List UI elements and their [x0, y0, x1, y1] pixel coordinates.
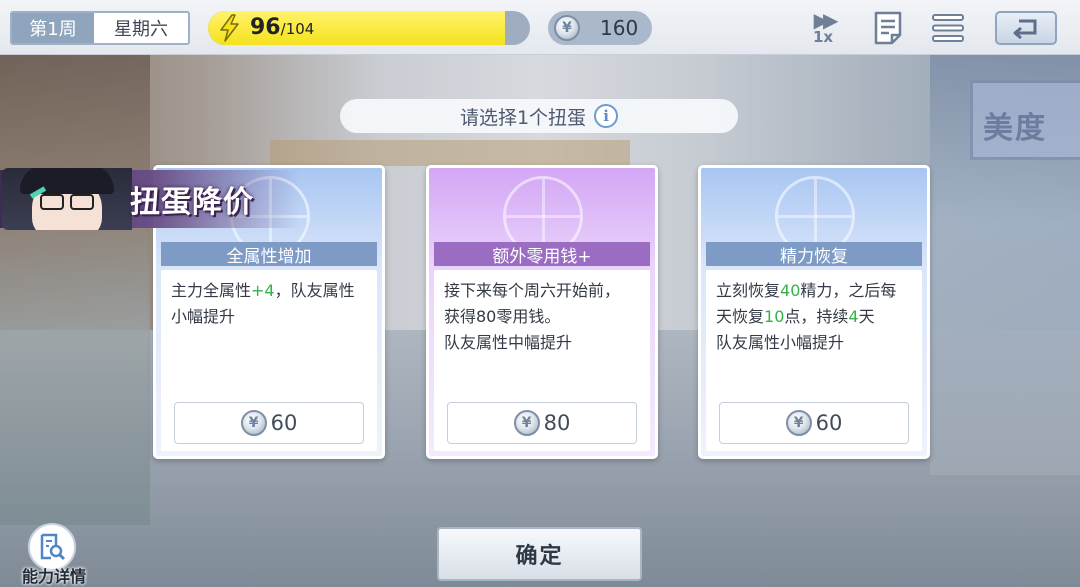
- coin-icon: ¥: [785, 410, 812, 436]
- description-text: ，队友属性: [274, 281, 355, 300]
- menu-icon: [932, 14, 964, 42]
- price-button[interactable]: ¥ 60: [719, 402, 909, 444]
- description-line: 队友属性小幅提升: [716, 330, 912, 356]
- description-line: 小幅提升: [171, 304, 367, 330]
- speed-label: 1x: [812, 28, 834, 46]
- info-icon[interactable]: i: [594, 104, 619, 128]
- description-text: 天恢复: [716, 307, 765, 326]
- top-hud: 第1周 星期六 96/104 ¥ 160 ▶▶ 1x: [0, 0, 1080, 55]
- energy-current: 96: [250, 15, 281, 40]
- week-label: 第1周: [12, 13, 94, 43]
- description-text: 精力，之后每: [800, 281, 897, 300]
- description-line: 获得80零用钱。: [444, 304, 640, 330]
- coin-icon: ¥: [554, 15, 580, 41]
- price-button[interactable]: ¥ 80: [447, 402, 637, 444]
- prompt-text: 请选择1个扭蛋: [459, 106, 587, 129]
- gacha-card-energy-recovery[interactable]: 精力恢复 立刻恢复40精力，之后每 天恢复10点，持续4天 队友属性小幅提升 ¥ 6…: [698, 165, 930, 459]
- highlight-value: +4: [251, 281, 275, 300]
- day-label: 星期六: [114, 19, 168, 40]
- price-button[interactable]: ¥ 60: [174, 402, 364, 444]
- gacha-card-extra-allowance[interactable]: 额外零用钱+ 接下来每个周六开始前， 获得80零用钱。 队友属性中幅提升 ¥ 80: [426, 165, 658, 459]
- card-title: 精力恢复: [706, 242, 922, 267]
- confirm-button[interactable]: 确定: [437, 527, 642, 581]
- avatar-hair: [20, 168, 114, 194]
- coin-balance: ¥ 160: [548, 11, 652, 45]
- character-avatar: [2, 168, 132, 230]
- avatar-glasses-left: [40, 194, 64, 210]
- ability-details-label: 能力详情: [21, 567, 86, 586]
- avatar-glasses-right: [70, 194, 94, 210]
- lightning-icon: [220, 14, 239, 42]
- background-awning: [270, 140, 630, 166]
- highlight-value: 4: [848, 307, 859, 326]
- description-text: 主力全属性: [171, 281, 252, 300]
- energy-bar: 96/104: [208, 11, 530, 45]
- card-title: 全属性增加: [161, 242, 377, 267]
- description-text: 队友属性中幅提升: [444, 333, 573, 352]
- log-icon: [874, 11, 902, 45]
- energy-value: 96/104: [250, 11, 314, 45]
- menu-button[interactable]: [930, 9, 966, 47]
- ability-details-button[interactable]: 能力详情: [14, 523, 94, 587]
- coin-icon: ¥: [240, 410, 267, 436]
- description-text: 小幅提升: [171, 307, 236, 326]
- fast-forward-icon: ▶▶: [813, 8, 839, 32]
- log-button[interactable]: [870, 9, 906, 47]
- description-text: 获得80零用钱。: [444, 307, 561, 326]
- coin-balance-value: 160: [600, 16, 639, 40]
- description-text: 立刻恢复: [716, 281, 781, 300]
- description-line: 立刻恢复40精力，之后每: [716, 278, 912, 304]
- back-button[interactable]: [995, 11, 1057, 45]
- card-title: 额外零用钱+: [434, 242, 650, 267]
- description-line: 接下来每个周六开始前，: [444, 278, 640, 304]
- description-text: 队友属性小幅提升: [716, 333, 845, 352]
- description-line: 队友属性中幅提升: [444, 330, 640, 356]
- description-text: 接下来每个周六开始前，: [444, 281, 621, 300]
- description-line: 主力全属性+4，队友属性: [171, 278, 367, 304]
- magnifier-document-icon: [40, 533, 66, 561]
- price-value: 80: [543, 411, 571, 435]
- background-shop-left: [0, 55, 150, 525]
- description-text: 点，持续: [784, 307, 849, 326]
- date-display: 第1周 星期六: [10, 11, 190, 45]
- highlight-value: 40: [780, 281, 801, 300]
- energy-max: 104: [285, 20, 315, 38]
- coin-icon: ¥: [513, 410, 540, 436]
- selection-prompt: 请选择1个扭蛋 i: [340, 99, 738, 133]
- highlight-value: 10: [764, 307, 785, 326]
- description-line: 天恢复10点，持续4天: [716, 304, 912, 330]
- speed-button[interactable]: ▶▶ 1x: [805, 9, 841, 47]
- price-value: 60: [270, 411, 298, 435]
- description-text: 天: [858, 307, 875, 326]
- background-sign: 美度: [970, 80, 1080, 160]
- back-icon: [1013, 19, 1037, 39]
- price-value: 60: [815, 411, 843, 435]
- discount-banner-text: 扭蛋降价: [130, 185, 254, 220]
